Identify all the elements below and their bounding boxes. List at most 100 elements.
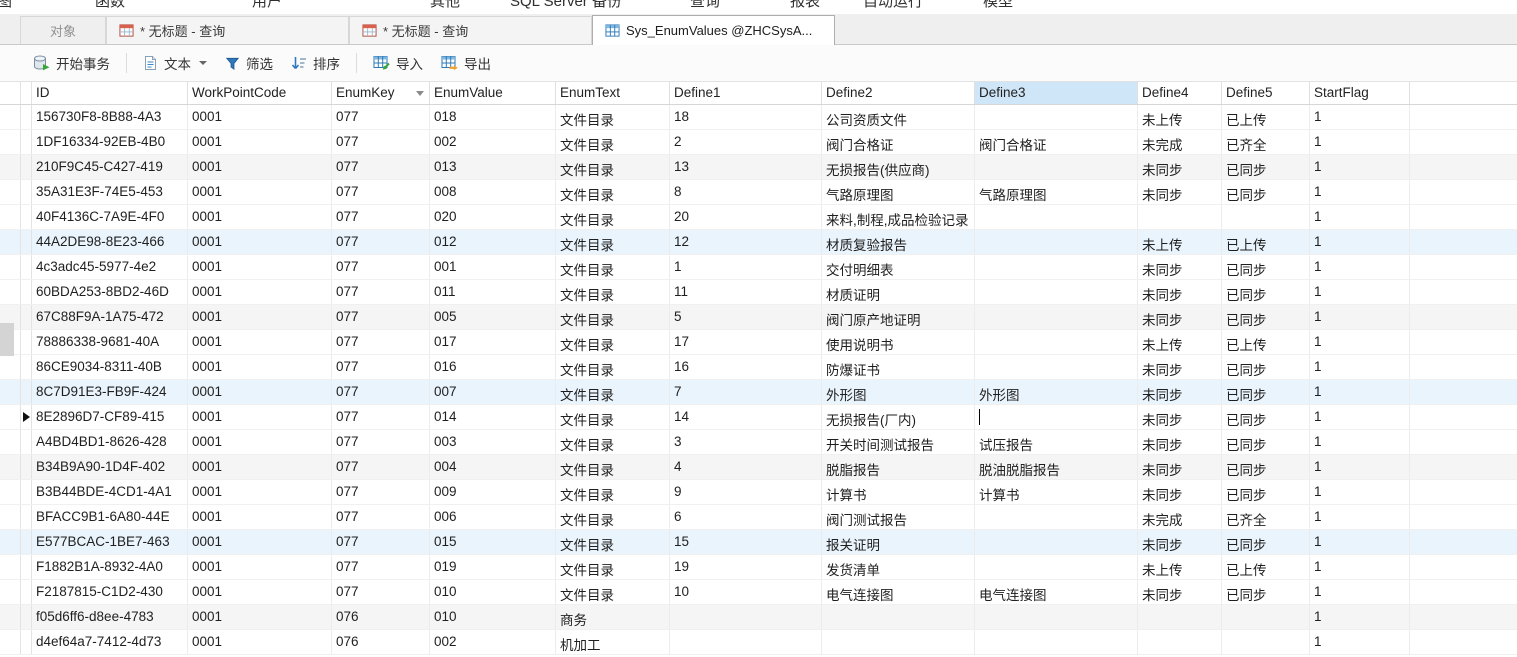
column-header-define1[interactable]: Define1	[670, 82, 822, 104]
cell-enumkey[interactable]: 077	[332, 530, 430, 554]
cell-define2[interactable]: 阀门合格证	[822, 130, 975, 154]
cell-enumtext[interactable]: 文件目录	[556, 255, 670, 279]
cell-define5[interactable]: 已上传	[1222, 330, 1310, 354]
cell-id[interactable]: 78886338-9681-40A	[32, 330, 188, 354]
row-selector[interactable]	[20, 505, 32, 529]
cell-startflag[interactable]: 1	[1310, 605, 1410, 629]
toolbar-begin-transaction-button[interactable]: 开始事务	[24, 49, 119, 77]
cell-define4[interactable]: 未上传	[1138, 105, 1222, 129]
cell-define3[interactable]	[975, 280, 1138, 304]
cell-define5[interactable]	[1222, 205, 1310, 229]
cell-define5[interactable]: 已同步	[1222, 530, 1310, 554]
cell-define1[interactable]: 9	[670, 480, 822, 504]
cell-enumtext[interactable]: 文件目录	[556, 380, 670, 404]
cell-define4[interactable]	[1138, 205, 1222, 229]
row-selector[interactable]	[20, 330, 32, 354]
cell-define3[interactable]	[975, 330, 1138, 354]
cell-id[interactable]: f05d6ff6-d8ee-4783	[32, 605, 188, 629]
cell-enumtext[interactable]: 文件目录	[556, 330, 670, 354]
cell-define1[interactable]: 4	[670, 455, 822, 479]
cell-enumvalue[interactable]: 016	[430, 355, 556, 379]
cell-enumkey[interactable]: 077	[332, 305, 430, 329]
cell-enumvalue[interactable]: 001	[430, 255, 556, 279]
cell-define3[interactable]: 电气连接图	[975, 580, 1138, 604]
cell-enumtext[interactable]: 文件目录	[556, 205, 670, 229]
cell-define1[interactable]: 16	[670, 355, 822, 379]
cell-define3[interactable]	[975, 555, 1138, 579]
cell-define3[interactable]	[975, 605, 1138, 629]
cell-enumvalue[interactable]: 014	[430, 405, 556, 429]
cell-id[interactable]: B34B9A90-1D4F-402	[32, 455, 188, 479]
cell-id[interactable]: 44A2DE98-8E23-466	[32, 230, 188, 254]
cell-enumvalue[interactable]: 015	[430, 530, 556, 554]
cell-define4[interactable]: 未同步	[1138, 180, 1222, 204]
column-header-workpointcode[interactable]: WorkPointCode	[188, 82, 332, 104]
cell-workpointcode[interactable]: 0001	[188, 155, 332, 179]
column-header-id[interactable]: ID	[32, 82, 188, 104]
cell-define2[interactable]: 交付明细表	[822, 255, 975, 279]
cell-enumkey[interactable]: 077	[332, 330, 430, 354]
cell-enumkey[interactable]: 077	[332, 130, 430, 154]
cell-define2[interactable]: 电气连接图	[822, 580, 975, 604]
menu-item-7[interactable]: 自动运行	[863, 0, 923, 13]
cell-define2[interactable]: 开关时间测试报告	[822, 430, 975, 454]
cell-startflag[interactable]: 1	[1310, 355, 1410, 379]
cell-enumvalue[interactable]: 010	[430, 580, 556, 604]
cell-workpointcode[interactable]: 0001	[188, 355, 332, 379]
cell-define2[interactable]	[822, 605, 975, 629]
cell-define5[interactable]: 已同步	[1222, 280, 1310, 304]
cell-define5[interactable]: 已同步	[1222, 180, 1310, 204]
row-selector[interactable]	[20, 580, 32, 604]
cell-id[interactable]: F2187815-C1D2-430	[32, 580, 188, 604]
cell-enumvalue[interactable]: 002	[430, 630, 556, 654]
row-selector[interactable]	[20, 255, 32, 279]
cell-enumvalue[interactable]: 007	[430, 380, 556, 404]
cell-define5[interactable]	[1222, 630, 1310, 654]
cell-define3[interactable]	[975, 305, 1138, 329]
cell-define1[interactable]: 17	[670, 330, 822, 354]
cell-define5[interactable]: 已同步	[1222, 155, 1310, 179]
cell-define4[interactable]: 未完成	[1138, 130, 1222, 154]
cell-workpointcode[interactable]: 0001	[188, 530, 332, 554]
cell-define2[interactable]: 来料,制程,成品检验记录	[822, 205, 975, 229]
menu-item-4[interactable]: SQL Server 备份	[510, 0, 622, 13]
cell-startflag[interactable]: 1	[1310, 130, 1410, 154]
cell-enumtext[interactable]: 文件目录	[556, 530, 670, 554]
cell-startflag[interactable]: 1	[1310, 155, 1410, 179]
cell-define4[interactable]: 未同步	[1138, 430, 1222, 454]
cell-workpointcode[interactable]: 0001	[188, 605, 332, 629]
cell-enumtext[interactable]: 文件目录	[556, 455, 670, 479]
row-selector[interactable]	[20, 480, 32, 504]
cell-id[interactable]: BFACC9B1-6A80-44E	[32, 505, 188, 529]
cell-define5[interactable]: 已同步	[1222, 355, 1310, 379]
row-selector[interactable]	[20, 605, 32, 629]
cell-workpointcode[interactable]: 0001	[188, 430, 332, 454]
cell-define1[interactable]: 2	[670, 130, 822, 154]
cell-define4[interactable]: 未同步	[1138, 455, 1222, 479]
cell-id[interactable]: 8C7D91E3-FB9F-424	[32, 380, 188, 404]
menu-item-2[interactable]: 用户	[252, 0, 282, 13]
cell-enumkey[interactable]: 077	[332, 255, 430, 279]
cell-id[interactable]: 40F4136C-7A9E-4F0	[32, 205, 188, 229]
cell-workpointcode[interactable]: 0001	[188, 330, 332, 354]
cell-enumvalue[interactable]: 018	[430, 105, 556, 129]
column-header-define2[interactable]: Define2	[822, 82, 975, 104]
cell-enumkey[interactable]: 077	[332, 505, 430, 529]
row-selector[interactable]	[20, 555, 32, 579]
cell-define3[interactable]	[975, 630, 1138, 654]
row-selector[interactable]	[20, 530, 32, 554]
cell-workpointcode[interactable]: 0001	[188, 580, 332, 604]
cell-define4[interactable]: 未同步	[1138, 355, 1222, 379]
toolbar-filter-button[interactable]: 筛选	[216, 49, 282, 77]
cell-define4[interactable]: 未上传	[1138, 230, 1222, 254]
cell-id[interactable]: 60BDA253-8BD2-46D	[32, 280, 188, 304]
cell-enumvalue[interactable]: 008	[430, 180, 556, 204]
cell-define5[interactable]: 已齐全	[1222, 505, 1310, 529]
cell-define3[interactable]: 阀门合格证	[975, 130, 1138, 154]
row-selector[interactable]	[20, 455, 32, 479]
cell-enumtext[interactable]: 文件目录	[556, 180, 670, 204]
toolbar-sort-button[interactable]: 排序	[282, 49, 349, 77]
cell-define2[interactable]: 防爆证书	[822, 355, 975, 379]
cell-define1[interactable]: 7	[670, 380, 822, 404]
menu-item-3[interactable]: 其他	[430, 0, 460, 13]
